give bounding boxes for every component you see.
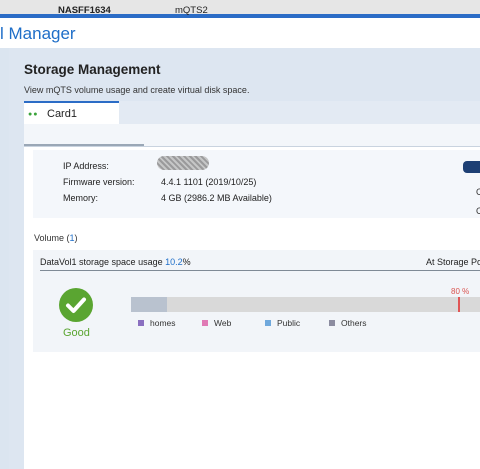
legend-swatch (202, 320, 208, 326)
threshold-marker (458, 297, 460, 312)
legend-web: Web (202, 318, 231, 328)
active-tab-underline (24, 144, 144, 146)
legend-label: Public (277, 318, 301, 328)
volume-usage-suffix: % (182, 257, 191, 267)
volume-count-heading: Volume (1) (34, 233, 78, 243)
status-dots-icon: ●● (28, 111, 39, 118)
legend-label: homes (150, 318, 176, 328)
firmware-label: Firmware version: (63, 177, 135, 187)
action-menu-item-2[interactable]: C (476, 206, 480, 216)
legend-homes: homes (138, 318, 176, 328)
volume-usage-percent: 10.2 (165, 257, 183, 267)
usage-bar (131, 297, 480, 312)
usage-bar-fill (131, 297, 167, 312)
window-title: l Manager (0, 24, 76, 43)
legend-label: Others (341, 318, 367, 328)
legend-others: Others (329, 318, 367, 328)
memory-label: Memory: (63, 193, 99, 203)
tab-nasff1634[interactable]: NASFF1634 (58, 5, 111, 16)
volume-location: At Storage Poo (426, 257, 480, 267)
firmware-value: 4.4.1 1101 (2019/10/25) (161, 177, 257, 187)
page-description: View mQTS volume usage and create virtua… (24, 85, 250, 95)
legend-swatch (138, 320, 144, 326)
card-tab-strip (119, 101, 480, 124)
tab-card1-label: Card1 (47, 108, 77, 120)
tab-mqts2[interactable]: mQTS2 (175, 5, 208, 16)
action-button[interactable] (463, 161, 480, 173)
volume-status: Good (63, 327, 90, 339)
legend-public: Public (265, 318, 300, 328)
check-circle-icon (59, 288, 93, 322)
ip-address-label: IP Address: (63, 161, 109, 171)
legend-swatch (329, 320, 335, 326)
legend-label: Web (214, 318, 232, 328)
volume-usage-headline: DataVol1 storage space usage 10.2% (40, 257, 191, 267)
volume-label-prefix: Volume ( (34, 233, 70, 243)
threshold-label: 80 % (451, 287, 470, 296)
memory-value: 4 GB (2986.2 MB Available) (161, 193, 272, 203)
legend-swatch (265, 320, 271, 326)
title-bar: l Manager (0, 18, 480, 48)
tab-card1[interactable]: ●● Card1 (24, 101, 119, 124)
page-title: Storage Management (24, 62, 161, 77)
volume-name[interactable]: DataVol1 storage space usage (40, 257, 165, 267)
volume-label-suffix: ) (74, 233, 78, 243)
volume-separator (40, 270, 480, 271)
ip-address-value-redacted (157, 156, 209, 170)
action-menu-item-1[interactable]: C (476, 187, 480, 197)
